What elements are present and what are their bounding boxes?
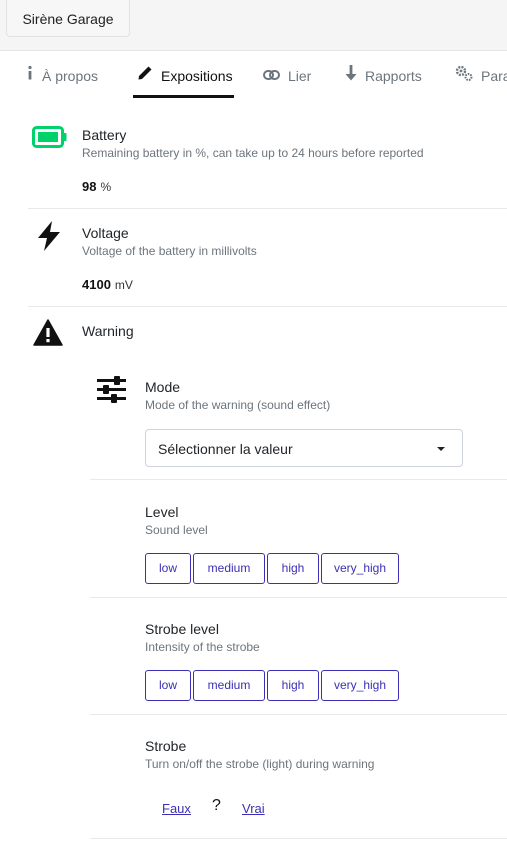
mode-select[interactable]: Sélectionner la valeur [145, 429, 463, 467]
battery-title: Battery [82, 127, 127, 143]
caret-down-icon [437, 447, 445, 451]
strobe-description: Turn on/off the strobe (light) during wa… [145, 757, 375, 771]
tab-bar: À propos Expositions Lier Rapports Para [0, 51, 507, 99]
gears-icon [455, 51, 473, 99]
battery-unit: % [100, 180, 112, 194]
level-description: Sound level [145, 523, 208, 537]
tab-bind[interactable]: Lier [263, 51, 311, 97]
arrow-down-icon [345, 51, 357, 99]
strobe-unknown-state: ? [212, 797, 221, 814]
device-name-button[interactable]: Sirène Garage [6, 0, 130, 37]
strobe-true-link[interactable]: Vrai [242, 801, 265, 816]
mode-select-value: Sélectionner la valeur [158, 441, 293, 457]
tab-settings[interactable]: Para [455, 51, 507, 97]
battery-value: 98% [82, 179, 111, 194]
level-option-low[interactable]: low [145, 553, 191, 584]
voltage-value: 4100 mV [82, 277, 133, 292]
level-option-very-high[interactable]: very_high [321, 553, 399, 584]
link-icon [263, 51, 280, 99]
voltage-value-number: 4100 [82, 277, 111, 292]
strobe-level-option-high[interactable]: high [267, 670, 319, 701]
strobe-level-description: Intensity of the strobe [145, 640, 260, 654]
strobe-false-link[interactable]: Faux [162, 801, 191, 816]
level-option-high[interactable]: high [267, 553, 319, 584]
warning-title: Warning [82, 323, 134, 339]
feature-voltage: Voltage Voltage of the battery in milliv… [0, 208, 507, 306]
tab-about[interactable]: À propos [26, 51, 98, 97]
divider [90, 597, 507, 598]
feature-battery: Battery Remaining battery in %, can take… [0, 110, 507, 208]
tab-reporting-label: Rapports [365, 68, 422, 85]
strobe-title: Strobe [145, 738, 187, 754]
mode-description: Mode of the warning (sound effect) [145, 398, 331, 412]
tab-settings-label: Para [481, 68, 507, 85]
bolt-icon [36, 221, 62, 256]
tab-bind-label: Lier [288, 68, 312, 85]
voltage-description: Voltage of the battery in millivolts [82, 244, 257, 258]
voltage-unit: mV [114, 278, 133, 292]
strobe-level-title: Strobe level [145, 621, 219, 637]
level-title: Level [145, 504, 179, 520]
pencil-icon [137, 51, 153, 99]
strobe-level-option-low[interactable]: low [145, 670, 191, 701]
strobe-level-option-medium[interactable]: medium [193, 670, 265, 701]
info-icon [26, 51, 34, 99]
divider [90, 714, 507, 715]
tab-about-label: À propos [42, 68, 99, 85]
divider [90, 479, 507, 480]
strobe-level-option-very-high[interactable]: very_high [321, 670, 399, 701]
mode-title: Mode [145, 379, 181, 395]
top-bar: Sirène Garage [0, 0, 507, 51]
voltage-title: Voltage [82, 225, 129, 241]
warning-icon [33, 319, 63, 351]
tab-exposes-label: Expositions [161, 68, 233, 85]
battery-icon [32, 126, 68, 153]
sliders-icon [97, 376, 127, 409]
tab-exposes[interactable]: Expositions [133, 51, 234, 98]
tab-reporting[interactable]: Rapports [345, 51, 422, 97]
battery-value-number: 98 [82, 179, 97, 194]
level-option-medium[interactable]: medium [193, 553, 265, 584]
battery-description: Remaining battery in %, can take up to 2… [82, 146, 424, 160]
divider [90, 838, 507, 839]
